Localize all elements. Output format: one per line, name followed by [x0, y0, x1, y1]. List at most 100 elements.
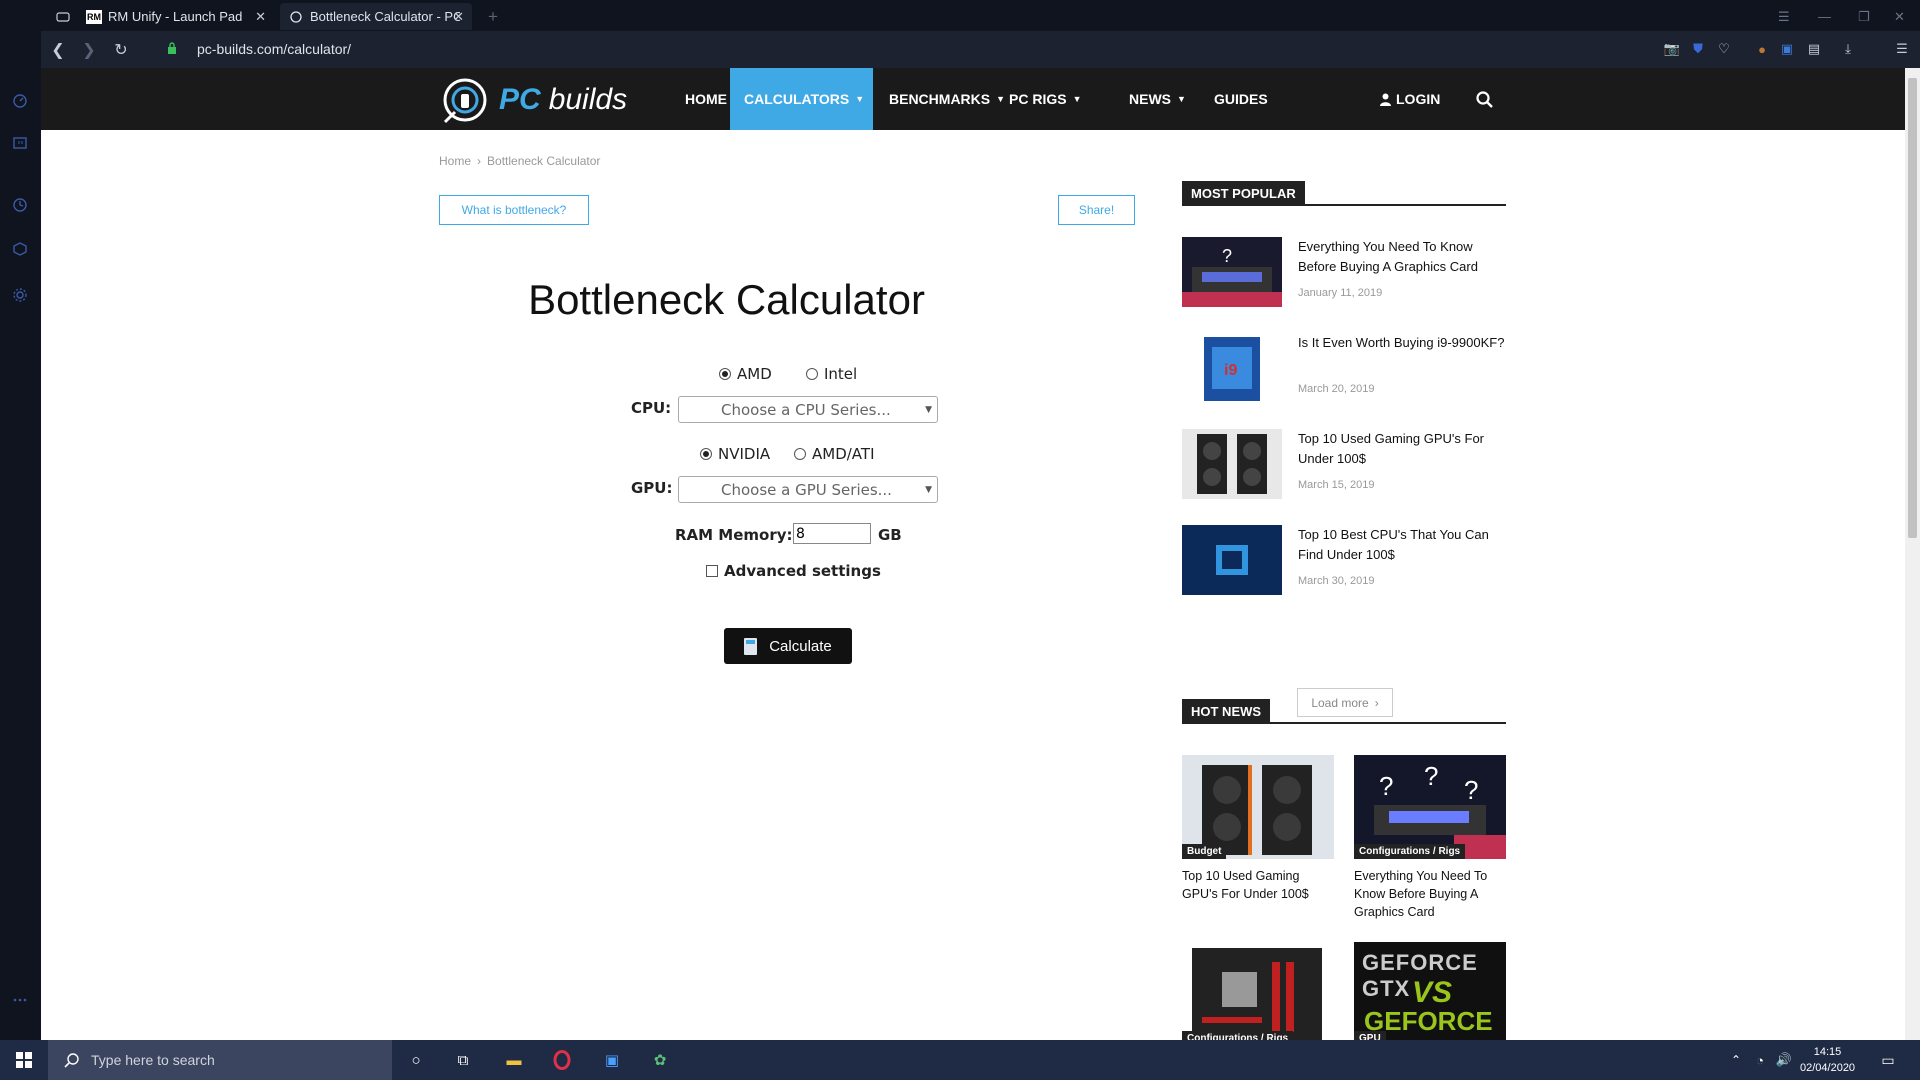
site-logo[interactable]: PC builds	[439, 74, 627, 126]
article-title[interactable]: Is It Even Worth Buying i9-9900KF?	[1298, 333, 1508, 353]
radio-selected-icon[interactable]	[719, 368, 731, 380]
calculate-button[interactable]: Calculate	[724, 628, 852, 664]
notifications-icon[interactable]: ▭	[1876, 1048, 1900, 1072]
show-hidden-icons-icon[interactable]: ⌃	[1724, 1048, 1748, 1072]
news-card[interactable]: ??? Configurations / Rigs Everything You…	[1354, 755, 1506, 921]
breadcrumb-home[interactable]: Home	[439, 154, 471, 168]
twitch-icon[interactable]	[10, 134, 30, 154]
reload-icon[interactable]: ↻	[111, 40, 131, 60]
url-field[interactable]: pc-builds.com/calculator/	[197, 41, 351, 57]
extension-red-icon[interactable]: ●	[1753, 40, 1771, 58]
download-icon[interactable]: ⤓	[1839, 40, 1857, 58]
cpu-chip-thumbnail[interactable]	[1182, 525, 1282, 595]
search-icon[interactable]	[1462, 68, 1507, 130]
more-icon[interactable]	[10, 990, 30, 1010]
news-title[interactable]: Top 10 Used Gaming GPU's For Under 100$	[1182, 867, 1334, 903]
windows-start-icon[interactable]	[0, 1040, 48, 1080]
article-title[interactable]: Top 10 Used Gaming GPU's For Under 100$	[1298, 429, 1508, 469]
news-card[interactable]: GEFORCE GTX VS GEFORCE RTX GPU	[1354, 942, 1506, 1040]
minimize-icon[interactable]: —	[1810, 3, 1839, 30]
page-scrollbar[interactable]	[1905, 68, 1920, 1040]
cortana-icon[interactable]: ○	[404, 1048, 428, 1072]
close-window-icon[interactable]: ✕	[1886, 3, 1913, 30]
list-item[interactable]: Top 10 Used Gaming GPU's For Under 100$ …	[1182, 429, 1506, 499]
snapshot-icon[interactable]: 📷	[1663, 40, 1681, 58]
back-icon[interactable]: ❮	[48, 40, 68, 60]
checkbox-icon[interactable]	[706, 565, 718, 577]
news-card[interactable]: Configurations / Rigs	[1182, 942, 1334, 1040]
tab-bottleneck-calculator[interactable]: Bottleneck Calculator - PC ✕	[280, 3, 472, 30]
file-explorer-icon[interactable]: ▬	[502, 1048, 526, 1072]
nav-label: NEWS	[1129, 91, 1171, 107]
cpu-select[interactable]: Choose a CPU Series... ▼	[678, 396, 938, 423]
page-title: Bottleneck Calculator	[528, 276, 925, 323]
volume-icon[interactable]: 🔊	[1772, 1048, 1796, 1072]
tab-menu-icon[interactable]: ☰	[1770, 3, 1798, 30]
scrollbar-thumb[interactable]	[1908, 78, 1917, 538]
share-button[interactable]: Share!	[1058, 195, 1135, 225]
list-item[interactable]: i9 Is It Even Worth Buying i9-9900KF? Ma…	[1182, 333, 1506, 403]
new-tab-button[interactable]: +	[480, 3, 506, 30]
nav-pc-rigs[interactable]: PC RIGS ▼	[995, 68, 1096, 130]
gpu-select-placeholder: Choose a GPU Series...	[721, 480, 892, 499]
history-icon[interactable]	[10, 195, 30, 215]
radio-unselected-icon[interactable]	[806, 368, 818, 380]
close-tab-icon[interactable]: ✕	[453, 9, 464, 25]
network-icon[interactable]: ◔	[1748, 1048, 1772, 1072]
list-item[interactable]: ? Everything You Need To Know Before Buy…	[1182, 237, 1506, 307]
graphics-card-thumbnail[interactable]: ?	[1182, 237, 1282, 307]
web-page: PC builds HOME CALCULATORS ▼ BENCHMARKS ▼ …	[41, 68, 1905, 1040]
task-view-icon[interactable]: ⧉	[451, 1048, 475, 1072]
category-badge[interactable]: Configurations / Rigs	[1182, 1031, 1294, 1040]
cpu-brand-amd[interactable]: AMD	[719, 365, 772, 383]
news-title[interactable]: Everything You Need To Know Before Buyin…	[1354, 867, 1506, 921]
category-badge[interactable]: GPU	[1354, 1031, 1386, 1040]
forward-icon[interactable]: ❯	[79, 40, 99, 60]
nav-calculators[interactable]: CALCULATORS ▼	[730, 68, 873, 130]
opera-taskbar-icon[interactable]	[550, 1048, 574, 1072]
gpu-cards-thumbnail[interactable]: Budget	[1182, 755, 1334, 859]
speed-dial-icon[interactable]	[10, 91, 30, 111]
cpu-box-thumbnail[interactable]: i9	[1182, 333, 1282, 403]
app-taskbar-icon[interactable]: ▣	[600, 1048, 624, 1072]
vpn-icon[interactable]: ⛊	[1689, 40, 1707, 58]
translate-icon[interactable]: ▣	[1778, 40, 1796, 58]
system-clock[interactable]: 14:15 02/04/2020	[1800, 1044, 1855, 1076]
gpu-brand-amd-ati[interactable]: AMD/ATI	[794, 445, 875, 463]
radio-unselected-icon[interactable]	[794, 448, 806, 460]
extensions-icon[interactable]	[10, 239, 30, 259]
graphics-card-thumbnail[interactable]: ??? Configurations / Rigs	[1354, 755, 1506, 859]
logo-pc-text: PC	[499, 83, 541, 116]
list-item[interactable]: Top 10 Best CPU's That You Can Find Unde…	[1182, 525, 1506, 595]
geforce-gtx-vs-rtx-thumbnail[interactable]: GEFORCE GTX VS GEFORCE RTX GPU	[1354, 942, 1506, 1040]
bookmark-heart-icon[interactable]: ♡	[1715, 40, 1733, 58]
easy-setup-icon[interactable]: ☰	[1893, 40, 1911, 58]
gpu-label: GPU:	[631, 479, 673, 497]
article-title[interactable]: Everything You Need To Know Before Buyin…	[1298, 237, 1508, 277]
gpu-select[interactable]: Choose a GPU Series... ▼	[678, 476, 938, 503]
article-title[interactable]: Top 10 Best CPU's That You Can Find Unde…	[1298, 525, 1508, 565]
login-link[interactable]: LOGIN	[1365, 68, 1454, 130]
advanced-settings-toggle[interactable]: Advanced settings	[706, 562, 881, 580]
extension-box-icon[interactable]: ▤	[1805, 40, 1823, 58]
nav-guides[interactable]: GUIDES	[1200, 68, 1282, 130]
nav-news[interactable]: NEWS ▼	[1115, 68, 1200, 130]
green-app-taskbar-icon[interactable]: ✿	[648, 1048, 672, 1072]
gpu-brand-nvidia[interactable]: NVIDIA	[700, 445, 770, 463]
restore-icon[interactable]: ❐	[1850, 3, 1878, 30]
what-is-bottleneck-button[interactable]: What is bottleneck?	[439, 195, 589, 225]
ram-input[interactable]	[793, 523, 871, 544]
tab-workspaces[interactable]	[48, 3, 78, 30]
settings-icon[interactable]	[10, 285, 30, 305]
cpu-brand-intel[interactable]: Intel	[806, 365, 857, 383]
news-card[interactable]: Budget Top 10 Used Gaming GPU's For Unde…	[1182, 755, 1334, 903]
close-tab-icon[interactable]: ✕	[255, 9, 266, 25]
tab-rm-unify[interactable]: RM RM Unify - Launch Pad ✕	[78, 3, 274, 30]
most-popular-heading: MOST POPULAR	[1182, 181, 1506, 206]
gpu-cards-thumbnail[interactable]	[1182, 429, 1282, 499]
category-badge[interactable]: Budget	[1182, 844, 1227, 859]
radio-selected-icon[interactable]	[700, 448, 712, 460]
motherboard-thumbnail[interactable]: Configurations / Rigs	[1182, 942, 1334, 1040]
category-badge[interactable]: Configurations / Rigs	[1354, 844, 1466, 859]
taskbar-search-box[interactable]: Type here to search	[48, 1040, 392, 1080]
